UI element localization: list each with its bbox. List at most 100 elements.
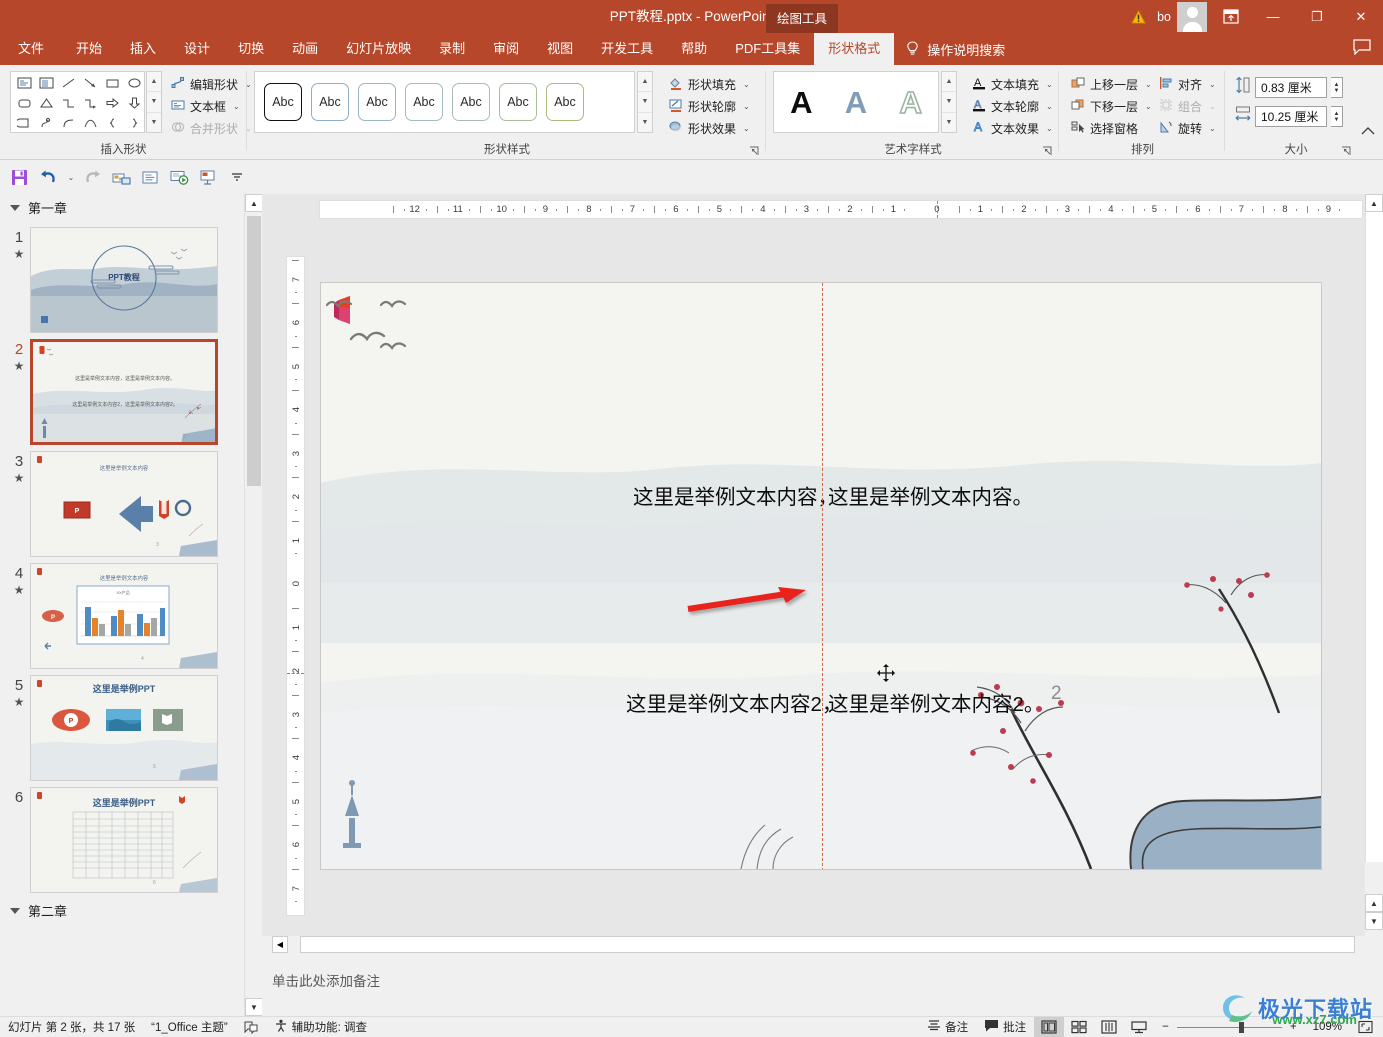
thumb-scroll-thumb[interactable] [247,216,261,486]
editor-hscroll-left-icon[interactable]: ◀ [272,936,288,953]
thumbnail-preview[interactable]: 这里是举例文本内容 P 3 [30,451,218,557]
wordart-gallery-scroll[interactable]: ▲ ▼ ▼ [941,71,957,133]
shape-styles-dialog-launcher[interactable] [749,146,760,157]
shape-style-2[interactable]: Abc [358,83,396,121]
theme-status[interactable]: “1_Office 主题” [143,1017,235,1037]
accessibility-status[interactable]: 辅助功能: 调查 [266,1017,375,1037]
shape-arc-icon[interactable] [79,113,101,133]
bring-forward-button[interactable]: 上移一层 ⌄ [1068,73,1152,95]
thumb-scroll-down-icon[interactable]: ▼ [245,998,263,1016]
wordart-dialog-launcher[interactable] [1042,146,1053,157]
notes-pane[interactable]: 单击此处添加备注 [262,962,1383,1016]
shape-freeform-icon[interactable] [35,113,57,133]
notes-placeholder[interactable]: 单击此处添加备注 [272,970,380,990]
zoom-out-button[interactable]: − [1154,1017,1177,1037]
chevron-down-icon[interactable]: ⌄ [743,124,750,133]
editor-scroll-track[interactable] [1365,212,1383,862]
shape-height-stepper[interactable]: ▲ ▼ [1331,77,1343,98]
wordart-style-1[interactable]: A [845,87,867,118]
shape-right-brace-icon[interactable] [123,113,145,133]
tab-design[interactable]: 设计 [170,33,224,65]
shapes-more-icon[interactable]: ▼ [147,113,161,132]
shape-width-input[interactable]: 10.25 厘米 [1255,106,1327,127]
minimize-button[interactable]: — [1251,0,1295,33]
selection-pane-button[interactable]: 选择窗格 [1068,117,1152,139]
account-name[interactable]: bo [1151,10,1177,24]
slide-text-line1-right[interactable]: 这里是举例文本内容。 [828,480,1033,510]
editor-vertical-scrollbar[interactable]: ▲ ▲ ▼ [1365,194,1383,954]
ribbon-display-options-icon[interactable] [1211,0,1251,33]
shape-style-5[interactable]: Abc [499,83,537,121]
slideshow-icon[interactable] [166,164,192,190]
wordart-styles-gallery[interactable]: A A A [773,71,939,133]
shape-styles-scroll[interactable]: ▲ ▼ ▼ [637,71,653,133]
tab-developer[interactable]: 开发工具 [587,33,667,65]
styles-scroll-up-icon[interactable]: ▲ [638,72,652,93]
slideshow-view-button[interactable] [1124,1017,1154,1037]
wordart-style-2[interactable]: A [899,86,923,119]
editor-horizontal-scrollbar[interactable]: ◀ [262,936,1365,954]
thumbnail-preview[interactable]: PPT教程 [30,227,218,333]
styles-more-icon[interactable]: ▼ [638,113,652,132]
redo-icon[interactable] [79,164,105,190]
slide-count-status[interactable]: 幻灯片 第 2 张，共 17 张 [0,1017,143,1037]
start-from-beginning-icon[interactable] [108,164,134,190]
size-dialog-launcher[interactable] [1341,146,1352,157]
normal-view-button[interactable] [1034,1016,1065,1037]
tab-record[interactable]: 录制 [425,33,479,65]
text-outline-button[interactable]: A 文本轮廓 ⌄ [969,95,1056,117]
chevron-down-icon[interactable]: ⌄ [1145,80,1152,89]
chevron-down-icon[interactable]: ⌄ [1209,80,1216,89]
thumb-scroll-up-icon[interactable]: ▲ [245,194,263,212]
shapes-gallery-scroll[interactable]: ▲ ▼ ▼ [146,71,162,133]
edit-shape-button[interactable]: 编辑形状 ⌄ [168,73,255,95]
notes-button[interactable]: 备注 [919,1017,976,1037]
thumbnail-preview[interactable]: 这里是举例PPT P 5 [30,675,218,781]
shape-curve-icon[interactable] [57,113,79,133]
shape-arrow-icon[interactable] [79,73,101,93]
language-icon[interactable] [236,1017,266,1037]
rotate-button[interactable]: 旋转 ⌄ [1156,117,1219,139]
chevron-down-icon[interactable]: ⌄ [1046,80,1053,89]
undo-icon[interactable] [35,164,61,190]
align-button[interactable]: 对齐 ⌄ [1156,73,1219,95]
chevron-down-icon[interactable]: ⌄ [1046,102,1053,111]
shapes-scroll-up-icon[interactable]: ▲ [147,72,161,93]
new-slide-icon[interactable] [137,164,163,190]
thumbnail-item-5[interactable]: 5 ★ 这里是举例PPT P 5 [0,669,244,781]
tab-transitions[interactable]: 切换 [224,33,278,65]
thumbnail-item-6[interactable]: 6 这里是举例PPT 6 [0,781,244,893]
shape-fill-button[interactable]: 形状填充 ⌄ [666,73,753,95]
thumbnail-item-4[interactable]: 4 ★ 这里是举例文本内容 XX产品 P 4 [0,557,244,669]
feedback-comment-icon[interactable] [1353,39,1371,60]
slide-text-line2-left[interactable]: 这里是举例文本内容2， [626,687,842,717]
slide-thumbnail-pane[interactable]: 第一章 1 ★ PPT教程 2 ★ 这里是举例文本内容，这里是举例文本内容。 这… [0,194,244,1016]
shape-outline-button[interactable]: 形状轮廓 ⌄ [666,95,753,117]
shape-effects-button[interactable]: 形状效果 ⌄ [666,117,753,139]
save-icon[interactable] [6,164,32,190]
slide-canvas[interactable]: 这里是举例文本内容， 这里是举例文本内容。 这里是举例文本内容2， 这里是举例文… [320,282,1322,870]
slide-text-line1-left[interactable]: 这里是举例文本内容， [633,480,838,510]
slide-text-line2-right[interactable]: 这里是举例文本内容2。 [828,687,1044,717]
tell-me-search[interactable]: 操作说明搜索 [894,33,1005,65]
shape-left-brace-icon[interactable] [101,113,123,133]
shape-rounded-rectangle-icon[interactable] [13,93,35,113]
text-box-button[interactable]: 文本框 ⌄ [168,95,255,117]
editor-hscroll-track[interactable] [300,936,1355,953]
shape-vertical-textbox-icon[interactable] [35,73,57,93]
shape-rectangle-icon[interactable] [101,73,123,93]
shape-elbow-connector-icon[interactable] [57,93,79,113]
tab-review[interactable]: 审阅 [479,33,533,65]
close-button[interactable]: ✕ [1339,0,1383,33]
shape-triangle-icon[interactable] [35,93,57,113]
customize-qat-icon[interactable] [224,164,250,190]
wordart-scroll-up-icon[interactable]: ▲ [942,72,956,93]
styles-scroll-down-icon[interactable]: ▼ [638,92,652,113]
vertical-ruler[interactable]: 076543211234567 [286,256,305,916]
wordart-more-icon[interactable]: ▼ [942,113,956,132]
thumbnail-item-1[interactable]: 1 ★ PPT教程 [0,221,244,333]
chevron-down-icon[interactable]: ⌄ [743,102,750,111]
text-fill-button[interactable]: A 文本填充 ⌄ [969,73,1056,95]
shape-style-3[interactable]: Abc [405,83,443,121]
chevron-down-icon[interactable]: ⌄ [1046,124,1053,133]
